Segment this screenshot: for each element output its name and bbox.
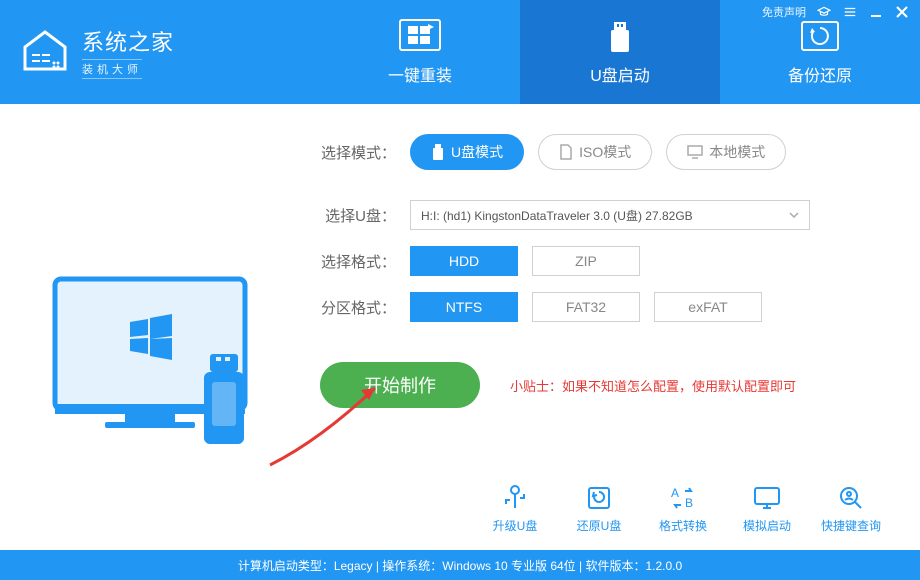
tool-label: 快捷键查询: [821, 517, 881, 534]
tab-label: 一键重装: [388, 62, 452, 86]
menu-icon[interactable]: [842, 4, 858, 20]
windows-install-icon: [398, 18, 442, 56]
tool-label: 升级U盘: [493, 517, 538, 534]
mode-label: ISO模式: [579, 142, 631, 162]
tool-format-convert[interactable]: AB 格式转换: [644, 483, 722, 534]
minimize-button[interactable]: [868, 4, 884, 20]
illustration: [30, 134, 290, 534]
tab-label: U盘启动: [590, 62, 650, 86]
usb-select-row: 选择U盘： H:I: (hd1) KingstonDataTraveler 3.…: [320, 200, 880, 230]
action-row: 开始制作 小贴士：如果不知道怎么配置，使用默认配置即可: [320, 362, 880, 408]
main-body: 选择模式： U盘模式 ISO模式 本地模式 选择U盘： H:I: (hd1) K…: [0, 104, 920, 534]
usb-up-icon: [500, 483, 530, 513]
usb-small-icon: [431, 144, 445, 160]
svg-text:A: A: [671, 486, 679, 500]
label-select-mode: 选择模式：: [320, 142, 396, 163]
mode-label: U盘模式: [451, 142, 503, 162]
tip-text: 小贴士：如果不知道怎么配置，使用默认配置即可: [510, 376, 796, 395]
mode-iso-button[interactable]: ISO模式: [538, 134, 652, 170]
restore-icon: [584, 483, 614, 513]
usb-selected-value: H:I: (hd1) KingstonDataTraveler 3.0 (U盘)…: [421, 207, 693, 224]
tool-label: 格式转换: [659, 517, 707, 534]
tab-label: 备份还原: [788, 62, 852, 86]
partition-ntfs-button[interactable]: NTFS: [410, 292, 518, 322]
tab-reinstall[interactable]: 一键重装: [320, 0, 520, 104]
disclaimer-link[interactable]: 免责声明: [762, 4, 806, 20]
toolbar: 升级U盘 还原U盘 AB 格式转换 模拟启动 快捷键查询: [476, 483, 890, 534]
format-zip-button[interactable]: ZIP: [532, 246, 640, 276]
tool-restore-usb[interactable]: 还原U盘: [560, 483, 638, 534]
logo-title: 系统之家: [82, 25, 174, 57]
svg-text:B: B: [685, 496, 693, 510]
partition-exfat-button[interactable]: exFAT: [654, 292, 762, 322]
format-hdd-button[interactable]: HDD: [410, 246, 518, 276]
tool-upgrade-usb[interactable]: 升级U盘: [476, 483, 554, 534]
search-person-icon: [836, 483, 866, 513]
mode-label: 本地模式: [709, 142, 765, 162]
partition-fat32-button[interactable]: FAT32: [532, 292, 640, 322]
tool-simulate-boot[interactable]: 模拟启动: [728, 483, 806, 534]
tool-label: 还原U盘: [577, 517, 622, 534]
mode-local-button[interactable]: 本地模式: [666, 134, 786, 170]
mode-usb-button[interactable]: U盘模式: [410, 134, 524, 170]
monitor-icon: [687, 145, 703, 159]
logo-house-icon: [20, 27, 70, 77]
label-partition-format: 分区格式：: [320, 297, 396, 318]
file-icon: [559, 144, 573, 160]
logo-subtitle: 装机大师: [82, 59, 142, 79]
usb-drive-icon: [598, 18, 642, 56]
statusbar: 计算机启动类型：Legacy | 操作系统：Windows 10 专业版 64位…: [0, 550, 920, 580]
convert-icon: AB: [668, 483, 698, 513]
close-button[interactable]: [894, 4, 910, 20]
format-row: 选择格式： HDD ZIP: [320, 246, 880, 276]
chevron-down-icon: [789, 212, 799, 218]
label-select-format: 选择格式：: [320, 251, 396, 272]
status-text: 计算机启动类型：Legacy | 操作系统：Windows 10 专业版 64位…: [238, 557, 682, 574]
titlebar: 免责声明: [752, 0, 920, 24]
tool-hotkey-lookup[interactable]: 快捷键查询: [812, 483, 890, 534]
config-panel: 选择模式： U盘模式 ISO模式 本地模式 选择U盘： H:I: (hd1) K…: [290, 134, 880, 534]
mode-row: 选择模式： U盘模式 ISO模式 本地模式: [320, 134, 880, 170]
tab-usb-boot[interactable]: U盘启动: [520, 0, 720, 104]
logo-area: 系统之家 装机大师: [0, 0, 320, 104]
usb-dropdown[interactable]: H:I: (hd1) KingstonDataTraveler 3.0 (U盘)…: [410, 200, 810, 230]
start-create-button[interactable]: 开始制作: [320, 362, 480, 408]
partition-row: 分区格式： NTFS FAT32 exFAT: [320, 292, 880, 322]
tool-label: 模拟启动: [743, 517, 791, 534]
label-select-usb: 选择U盘：: [320, 205, 396, 226]
monitor-play-icon: [752, 483, 782, 513]
grad-cap-icon[interactable]: [816, 4, 832, 20]
